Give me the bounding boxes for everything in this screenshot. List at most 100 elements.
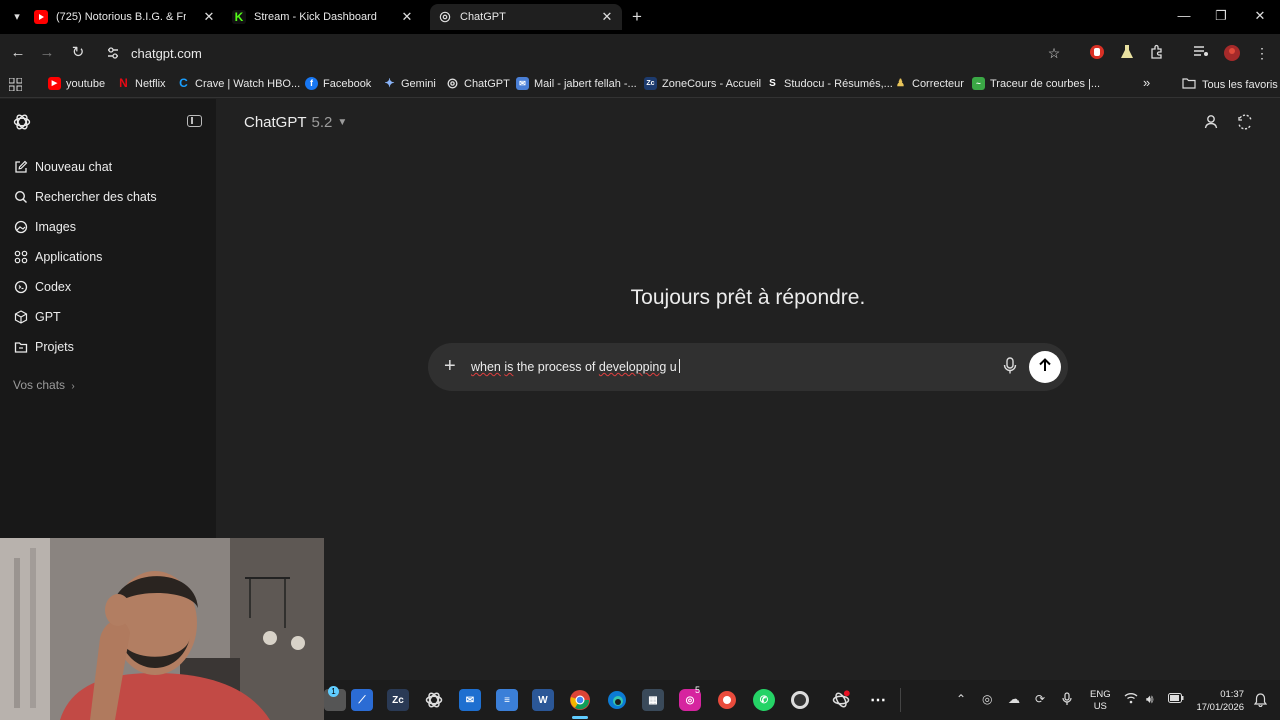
battery-icon[interactable] — [1168, 692, 1184, 706]
apps-grid-icon[interactable] — [8, 77, 23, 92]
sidebar-item-gpt[interactable]: GPT — [13, 307, 61, 327]
close-tab-icon[interactable]: ✕ — [600, 10, 614, 24]
back-icon[interactable]: ← — [9, 44, 27, 62]
close-tab-icon[interactable]: ✕ — [400, 10, 414, 24]
close-tab-icon[interactable]: ✕ — [202, 10, 216, 24]
attach-plus-icon[interactable]: + — [444, 355, 456, 377]
volume-icon[interactable]: 🔊︎ — [1146, 692, 1154, 707]
media-queue-icon[interactable] — [1192, 44, 1210, 62]
model-name: ChatGPT — [244, 114, 307, 131]
browser-menu-icon[interactable]: ⋮ — [1253, 44, 1271, 62]
notepad-icon[interactable]: ≡ — [496, 689, 518, 711]
restore-icon[interactable]: ❐ — [1213, 8, 1229, 24]
youtube-icon: ▶ — [48, 77, 61, 90]
sidebar-item-new-chat[interactable]: Nouveau chat — [13, 157, 112, 177]
sidebar-item-applications[interactable]: Applications — [13, 247, 102, 267]
bookmark-label: ZoneCours - Accueil — [662, 77, 762, 90]
tab-search-chevron-icon[interactable]: ▾ — [8, 8, 26, 26]
sidebar-item-images[interactable]: Images — [13, 217, 76, 237]
bookmark-zonecours[interactable]: Zc ZoneCours - Accueil — [644, 77, 761, 90]
bookmark-crave[interactable]: C Crave | Watch HBO... — [177, 77, 300, 90]
tray-overflow-icon[interactable]: ⌃ — [956, 692, 966, 706]
bookmark-label: Crave | Watch HBO... — [195, 77, 301, 90]
browser-toolbar: ← → ↻ chatgpt.com ☆ ⋮ — [0, 34, 1280, 72]
reload-icon[interactable]: ↻ — [69, 44, 87, 62]
site-info-icon[interactable] — [106, 46, 120, 63]
extension-stop-icon[interactable] — [1088, 44, 1106, 62]
sidebar-section-your-chats[interactable]: Vos chats › — [13, 378, 75, 392]
openai-logo-icon[interactable] — [12, 112, 32, 132]
webcam-feed-image — [0, 538, 324, 720]
toggle-sidebar-icon[interactable] — [187, 115, 202, 127]
prompt-input[interactable]: when is the process of developping u — [471, 359, 680, 374]
bookmark-label: Studocu - Résumés,... — [784, 77, 893, 90]
chrome-icon[interactable] — [569, 689, 591, 711]
traceur-icon: ~ — [972, 77, 985, 90]
close-window-icon[interactable]: ✕ — [1252, 8, 1268, 24]
temporary-chat-icon[interactable] — [1236, 113, 1254, 131]
word-icon[interactable]: W — [532, 689, 554, 711]
openai-icon — [446, 77, 459, 90]
bookmark-star-icon[interactable]: ☆ — [1045, 44, 1063, 62]
bookmark-facebook[interactable]: f Facebook — [305, 77, 371, 90]
bookmark-traceur[interactable]: ~ Traceur de courbes |... — [972, 77, 1100, 90]
openai-icon — [438, 10, 452, 24]
chatgpt-atlas-icon[interactable] — [830, 689, 852, 711]
active-app-indicator — [572, 716, 588, 719]
profile-avatar-icon[interactable] — [1223, 44, 1241, 62]
language-indicator[interactable]: ENG US — [1090, 689, 1111, 713]
microphone-icon[interactable] — [1002, 357, 1018, 375]
bookmark-label: Facebook — [323, 77, 372, 90]
minimize-icon[interactable]: — — [1176, 8, 1192, 23]
wifi-icon[interactable] — [1124, 692, 1138, 707]
extension-flask-icon[interactable] — [1118, 44, 1136, 62]
planner-icon[interactable]: ⟋ — [351, 689, 373, 711]
bookmarks-overflow-icon[interactable]: » — [1143, 75, 1150, 90]
more-apps-icon[interactable]: ⋯ — [867, 689, 889, 711]
calculator-icon[interactable]: ▦ — [642, 689, 664, 711]
keyboard-region: US — [1093, 701, 1107, 712]
bookmark-label: ChatGPT — [464, 77, 510, 90]
codex-icon — [13, 279, 29, 295]
sidebar-item-projects[interactable]: Projets — [13, 337, 74, 357]
bookmark-youtube[interactable]: ▶ youtube — [48, 77, 105, 90]
zonecours-icon[interactable]: Zc — [387, 689, 409, 711]
forward-icon[interactable]: → — [38, 44, 56, 62]
chrome-profile-icon[interactable] — [716, 689, 738, 711]
tab-chatgpt[interactable]: ChatGPT ✕ — [430, 4, 622, 30]
bookmark-netflix[interactable]: N Netflix — [117, 77, 165, 90]
system-clock[interactable]: 01:37 17/01/2026 — [1190, 688, 1244, 714]
sidebar-item-codex[interactable]: Codex — [13, 277, 71, 297]
tray-app-icon[interactable]: ◎ — [982, 692, 992, 706]
tray-mic-icon[interactable] — [1062, 692, 1072, 709]
bookmark-chatgpt[interactable]: ChatGPT — [446, 77, 510, 90]
tray-sync-icon[interactable]: ⟳ — [1035, 692, 1045, 706]
whatsapp-icon[interactable]: ✆ — [753, 689, 775, 711]
model-selector[interactable]: ChatGPT 5.2 ▼ — [244, 114, 347, 131]
obs-icon[interactable] — [789, 689, 811, 711]
extensions-puzzle-icon[interactable] — [1148, 44, 1166, 62]
crave-icon: C — [179, 76, 188, 90]
sidebar-item-search[interactable]: Rechercher des chats — [13, 187, 157, 207]
new-tab-icon[interactable]: + — [632, 8, 642, 26]
mail-icon[interactable]: ✉ — [459, 689, 481, 711]
prompt-text: the process of — [516, 360, 596, 374]
bookmark-studocu[interactable]: S Studocu - Résumés,... — [766, 77, 893, 90]
chatgpt-app-icon[interactable] — [423, 689, 445, 711]
all-bookmarks-folder[interactable]: Tous les favoris — [1182, 77, 1278, 92]
address-bar[interactable]: chatgpt.com — [131, 46, 202, 61]
send-button[interactable] — [1029, 351, 1061, 383]
sidebar-section-label: Vos chats — [13, 378, 66, 392]
notifications-bell-icon[interactable] — [1253, 693, 1268, 710]
bookmark-gemini[interactable]: ✦ Gemini — [383, 77, 435, 90]
projects-folder-icon — [13, 339, 29, 355]
tab-youtube[interactable]: (725) Notorious B.I.G. & Frank S ✕ — [34, 4, 224, 30]
bookmark-correcteur[interactable]: ♟ Correcteur — [894, 77, 964, 90]
add-person-icon[interactable] — [1203, 113, 1221, 131]
tab-kick[interactable]: K Stream - Kick Dashboard ✕ — [232, 4, 422, 30]
tray-cloud-icon[interactable]: ☁ — [1008, 692, 1020, 706]
edge-icon[interactable] — [606, 689, 628, 711]
tab-title: Stream - Kick Dashboard — [254, 11, 377, 23]
webcam-overlay — [0, 538, 324, 720]
bookmark-mail[interactable]: ✉ Mail - jabert fellah -... — [516, 77, 637, 90]
